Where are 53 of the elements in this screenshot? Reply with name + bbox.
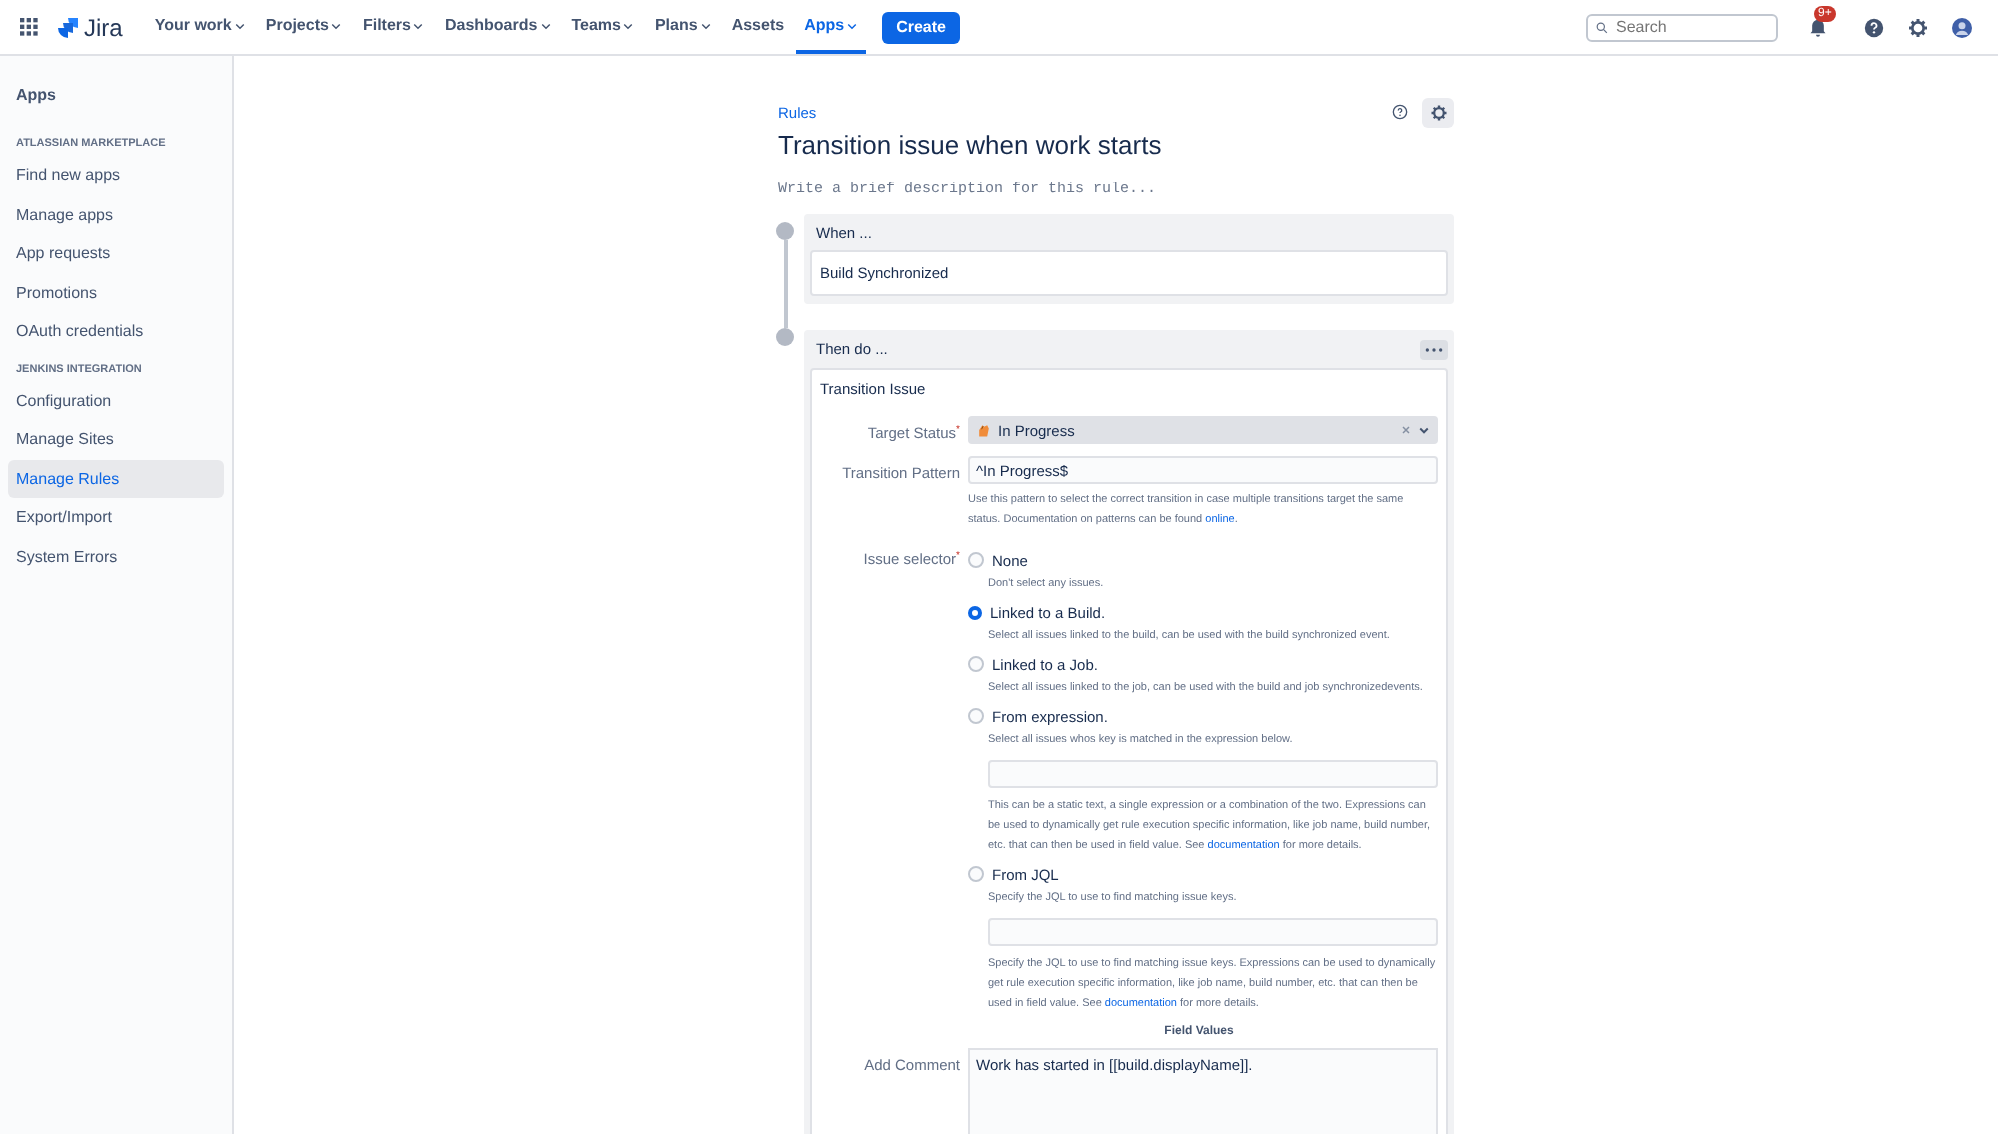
chevron-down-icon[interactable]	[1418, 424, 1430, 436]
sidebar-item[interactable]: Find new apps	[8, 156, 224, 195]
nav-menu-item[interactable]: Teams	[563, 0, 643, 54]
settings-button[interactable]	[1422, 97, 1454, 127]
chevron-down-icon	[846, 19, 859, 31]
chevron-down-icon	[412, 19, 425, 31]
nav-menu-item[interactable]: Assets	[723, 0, 793, 54]
sidebar-item[interactable]: Manage Rules	[8, 459, 224, 498]
logo-icon	[58, 17, 78, 37]
search-field[interactable]: Search	[1586, 13, 1778, 41]
help-icon[interactable]	[1864, 17, 1884, 37]
sidebar-item[interactable]: Promotions	[8, 273, 224, 312]
nav-menu-item[interactable]: Filters	[354, 0, 433, 54]
app-switcher-icon[interactable]	[20, 18, 38, 36]
help-icon[interactable]	[1392, 104, 1408, 120]
notification-bell-icon[interactable]	[1808, 17, 1828, 37]
radio-button[interactable]	[968, 552, 984, 568]
timeline-node-icon	[776, 222, 794, 240]
expression-field[interactable]	[988, 918, 1438, 946]
search-icon	[1596, 21, 1608, 33]
sidebar-item[interactable]: System Errors	[8, 537, 224, 576]
sidebar-item[interactable]: Configuration	[8, 381, 224, 420]
product-name[interactable]: Jira	[84, 13, 123, 41]
expression-field[interactable]	[988, 760, 1438, 788]
timeline-node-icon	[776, 328, 794, 346]
nav-menu-item[interactable]: Dashboards	[436, 0, 560, 54]
sidebar-title: Apps	[14, 84, 58, 108]
rule-title: Transition issue when work starts	[778, 130, 1164, 160]
chevron-down-icon	[699, 19, 712, 31]
status-icon	[976, 422, 992, 438]
radio-button[interactable]	[968, 656, 984, 672]
sidebar-item[interactable]: Manage apps	[8, 195, 224, 234]
chevron-down-icon	[330, 19, 343, 31]
settings-icon[interactable]	[1908, 17, 1928, 37]
sidebar-item[interactable]: Export/Import	[8, 498, 224, 537]
settings-icon	[1429, 103, 1447, 121]
more-icon	[1424, 346, 1444, 354]
radio-button[interactable]	[968, 708, 984, 724]
nav-menu-item[interactable]: Projects	[257, 0, 351, 54]
nav-menu-item[interactable]: Plans	[646, 0, 720, 54]
more-options-button[interactable]	[1420, 340, 1448, 360]
chevron-down-icon	[539, 19, 552, 31]
create-button[interactable]: Create	[882, 11, 960, 43]
sidebar-item[interactable]: OAuth credentials	[8, 312, 224, 351]
avatar-icon[interactable]	[1952, 17, 1972, 37]
radio-button[interactable]	[968, 866, 984, 882]
sidebar-item[interactable]: App requests	[8, 234, 224, 273]
chevron-down-icon	[622, 19, 635, 31]
nav-menu-item[interactable]: Your work	[146, 0, 254, 54]
sidebar-item[interactable]: Manage Sites	[8, 420, 224, 459]
nav-menu-item[interactable]: Apps	[796, 0, 867, 54]
chevron-down-icon	[233, 19, 246, 31]
radio-button[interactable]	[968, 605, 982, 619]
